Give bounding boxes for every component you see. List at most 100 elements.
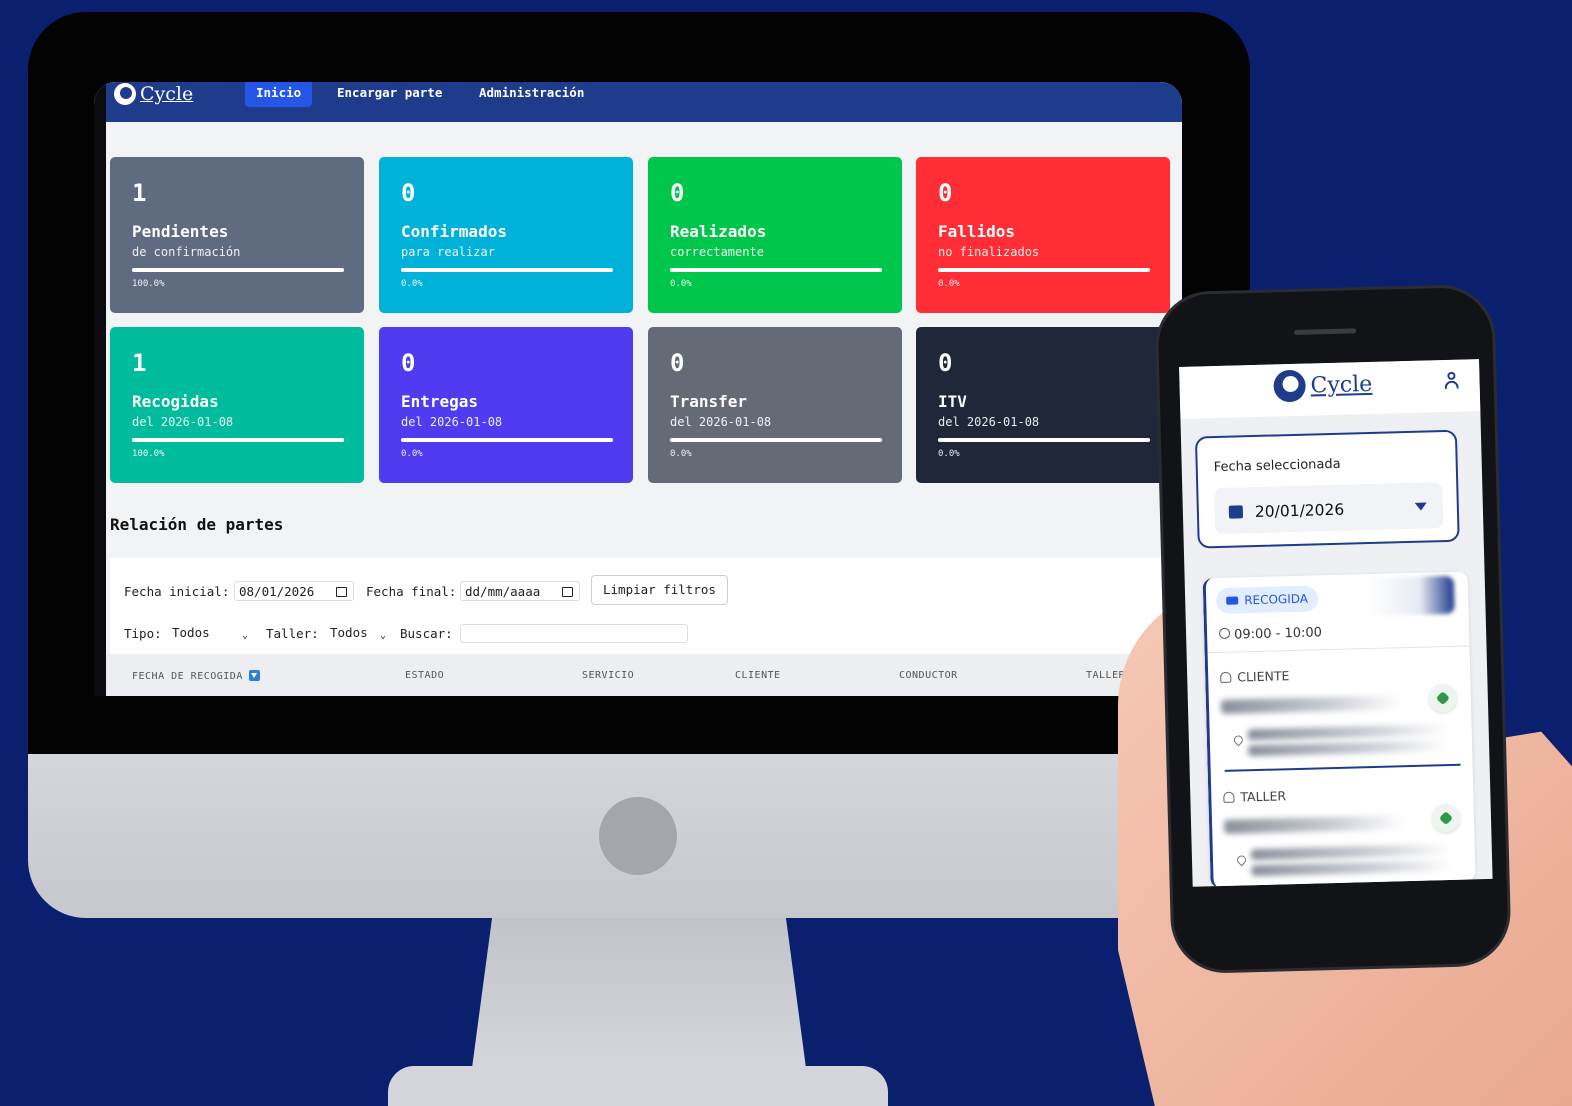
stat-title: Pendientes bbox=[132, 222, 229, 241]
start-date-input[interactable]: 08/01/2026 bbox=[234, 581, 354, 601]
service-card[interactable]: RECOGIDA 09:00 - 10:00 CLIENTE TALLER bbox=[1202, 571, 1476, 887]
sort-icon[interactable] bbox=[248, 670, 260, 681]
progress-bar-fill bbox=[132, 268, 344, 272]
stat-card-recogidas[interactable]: 1 Recogidas del 2026-01-08 100.0% bbox=[110, 327, 364, 483]
client-label: CLIENTE bbox=[1237, 668, 1290, 685]
calendar-icon bbox=[336, 587, 347, 597]
stat-card-realizados[interactable]: 0 Realizados correctamente 0.0% bbox=[648, 157, 902, 313]
chevron-down-icon: ⌄ bbox=[241, 630, 248, 641]
screen-edge bbox=[94, 82, 106, 696]
client-section: CLIENTE bbox=[1220, 668, 1290, 685]
col-fecha-recogida[interactable]: FECHA DE RECOGIDA bbox=[132, 670, 260, 682]
call-client-button[interactable] bbox=[1428, 683, 1458, 713]
selected-date: 20/01/2026 bbox=[1254, 500, 1345, 522]
progress-bar bbox=[401, 268, 613, 272]
date-selector-dropdown[interactable]: 20/01/2026 bbox=[1214, 482, 1444, 535]
stat-title: Transfer bbox=[670, 392, 748, 411]
mobile-brand-logo[interactable]: Cycle bbox=[1273, 368, 1373, 403]
stat-card-pendientes[interactable]: 1 Pendientes de confirmación 100.0% bbox=[110, 157, 364, 313]
card-divider bbox=[1207, 645, 1470, 654]
nav-inicio[interactable]: Inicio bbox=[245, 82, 313, 107]
stat-card-entregas[interactable]: 0 Entregas del 2026-01-08 0.0% bbox=[379, 327, 633, 483]
stat-percent: 0.0% bbox=[938, 279, 960, 289]
col-servicio[interactable]: SERVICIO bbox=[582, 670, 634, 681]
cycle-logo-icon bbox=[1273, 369, 1307, 403]
stat-card-confirmados[interactable]: 0 Confirmados para realizar 0.0% bbox=[379, 157, 633, 313]
table-header: FECHA DE RECOGIDA ESTADO SERVICIO CLIENT… bbox=[106, 654, 1182, 696]
nav-administracion[interactable]: Administración bbox=[468, 82, 595, 107]
stat-card-itv[interactable]: 0 ITV del 2026-01-08 0.0% bbox=[916, 327, 1170, 483]
search-label: Buscar: bbox=[400, 626, 453, 641]
user-icon[interactable] bbox=[1443, 372, 1459, 390]
stat-card-fallidos[interactable]: 0 Fallidos no finalizados 0.0% bbox=[916, 157, 1170, 313]
start-date-label: Fecha inicial: bbox=[124, 584, 230, 599]
caret-down-icon bbox=[1414, 502, 1427, 511]
stat-percent: 0.0% bbox=[670, 449, 692, 459]
stat-count: 1 bbox=[132, 179, 147, 207]
end-date-placeholder: dd/mm/aaaa bbox=[465, 584, 541, 599]
stat-count: 0 bbox=[938, 179, 953, 207]
blurred-status bbox=[1367, 575, 1455, 617]
end-date-input[interactable]: dd/mm/aaaa bbox=[460, 581, 580, 601]
blurred-workshop-address-2 bbox=[1251, 859, 1452, 877]
truck-icon bbox=[1226, 596, 1239, 605]
calendar-icon bbox=[562, 587, 573, 597]
progress-bar bbox=[132, 268, 344, 272]
time-slot: 09:00 - 10:00 bbox=[1218, 625, 1322, 643]
person-icon bbox=[1220, 671, 1232, 683]
brand-logo[interactable]: Cycle bbox=[114, 82, 193, 106]
stat-count: 0 bbox=[670, 349, 685, 377]
col-taller[interactable]: TALLER bbox=[1086, 670, 1125, 681]
stat-subtitle: de confirmación bbox=[132, 245, 241, 259]
stat-title: ITV bbox=[938, 392, 967, 411]
blurred-workshop-name bbox=[1223, 815, 1405, 834]
phone-speaker bbox=[1294, 328, 1357, 335]
type-select-value: Todos bbox=[172, 625, 210, 640]
nav-encargar-parte[interactable]: Encargar parte bbox=[326, 82, 453, 107]
stat-percent: 100.0% bbox=[132, 279, 165, 289]
top-navbar: Cycle Inicio Encargar parte Administraci… bbox=[106, 82, 1182, 122]
pin-icon bbox=[1232, 729, 1245, 748]
progress-bar bbox=[670, 438, 882, 442]
monitor-stand-base bbox=[388, 1066, 888, 1106]
stat-title: Recogidas bbox=[132, 392, 219, 411]
clear-filters-button[interactable]: Limpiar filtros bbox=[591, 575, 728, 605]
type-select[interactable]: Todos ⌄ bbox=[172, 623, 252, 643]
workshop-section-label: TALLER bbox=[1240, 788, 1287, 805]
stat-subtitle: para realizar bbox=[401, 245, 495, 259]
mobile-header: Cycle bbox=[1179, 359, 1481, 419]
start-date-value: 08/01/2026 bbox=[239, 584, 315, 599]
call-workshop-button[interactable] bbox=[1431, 803, 1461, 833]
stat-card-transfer[interactable]: 0 Transfer del 2026-01-08 0.0% bbox=[648, 327, 902, 483]
mobile-app: Cycle Fecha seleccionada 20/01/2026 RECO… bbox=[1179, 359, 1493, 887]
stat-count: 0 bbox=[401, 179, 416, 207]
section-divider bbox=[1224, 763, 1461, 772]
blurred-workshop-address bbox=[1250, 843, 1451, 861]
col-fecha-recogida-label: FECHA DE RECOGIDA bbox=[132, 671, 243, 682]
mobile-brand-name: Cycle bbox=[1310, 371, 1373, 398]
stat-percent: 100.0% bbox=[132, 449, 165, 459]
col-conductor[interactable]: CONDUCTOR bbox=[899, 670, 958, 681]
chevron-down-icon: ⌄ bbox=[379, 630, 386, 641]
stat-subtitle: del 2026-01-08 bbox=[670, 415, 772, 429]
stat-title: Confirmados bbox=[401, 222, 507, 241]
calendar-icon bbox=[1228, 505, 1244, 519]
progress-bar bbox=[401, 438, 613, 442]
progress-bar bbox=[132, 438, 344, 442]
search-input[interactable] bbox=[460, 624, 688, 643]
col-estado[interactable]: ESTADO bbox=[405, 670, 444, 681]
progress-bar-fill bbox=[670, 268, 882, 272]
blurred-client-address bbox=[1247, 724, 1448, 741]
stat-subtitle: no finalizados bbox=[938, 245, 1040, 259]
smartphone: Cycle Fecha seleccionada 20/01/2026 RECO… bbox=[1157, 286, 1509, 972]
stat-subtitle: del 2026-01-08 bbox=[401, 415, 503, 429]
progress-bar-fill bbox=[132, 438, 344, 442]
service-type-badge: RECOGIDA bbox=[1215, 585, 1319, 615]
col-cliente[interactable]: CLIENTE bbox=[735, 670, 781, 681]
type-label: Tipo: bbox=[124, 626, 162, 641]
progress-bar bbox=[938, 268, 1150, 272]
workshop-section: TALLER bbox=[1223, 788, 1286, 805]
workshop-select[interactable]: Todos ⌄ bbox=[330, 623, 388, 643]
blurred-client-address-2 bbox=[1248, 740, 1449, 757]
clock-icon bbox=[1218, 627, 1231, 639]
